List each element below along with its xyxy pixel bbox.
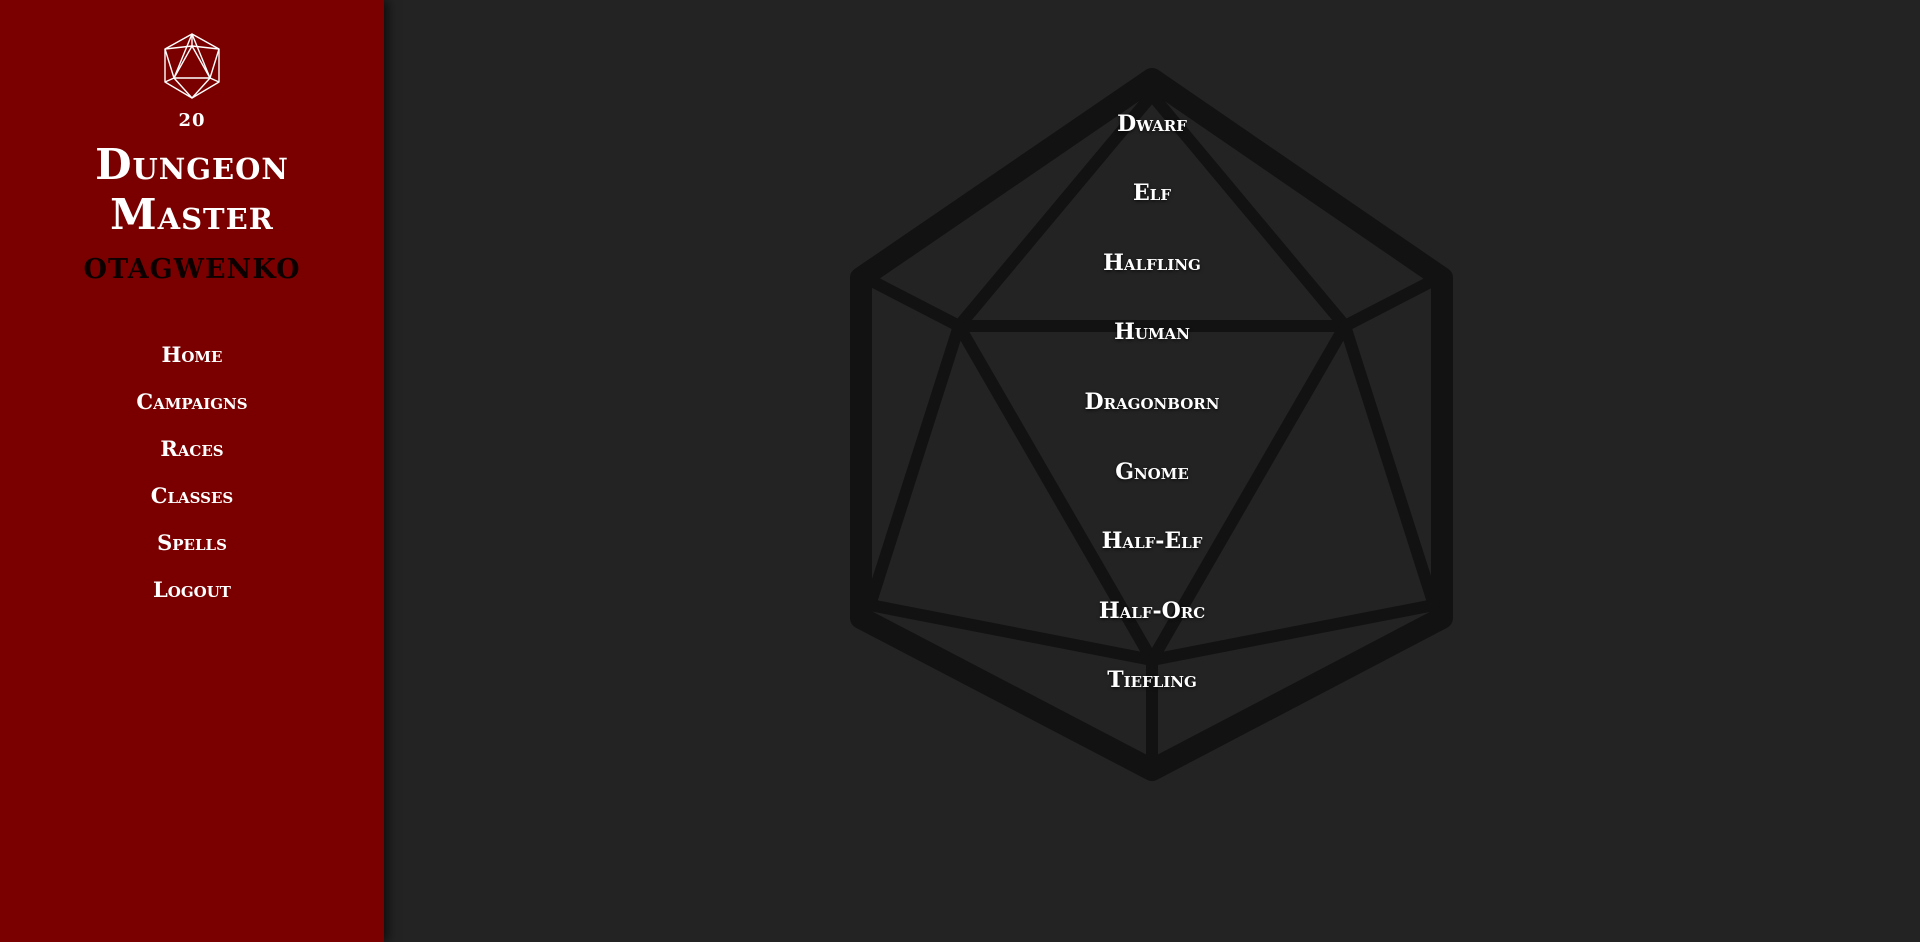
race-item-dwarf[interactable]: Dwarf xyxy=(852,110,1452,138)
race-item-gnome[interactable]: Gnome xyxy=(852,458,1452,486)
logo-number: 20 xyxy=(178,110,206,131)
brand-title-line1: Dungeon xyxy=(95,140,289,189)
nav-item-spells[interactable]: Spells xyxy=(0,524,384,571)
sidebar-nav: Home Campaigns Races Classes Spells Logo… xyxy=(0,336,384,618)
race-item-half-orc[interactable]: Half-Orc xyxy=(852,597,1452,625)
race-item-elf[interactable]: Elf xyxy=(852,179,1452,207)
race-item-half-elf[interactable]: Half-Elf xyxy=(852,527,1452,555)
nav-item-races[interactable]: Races xyxy=(0,430,384,477)
race-item-tiefling[interactable]: Tiefling xyxy=(852,666,1452,694)
nav-item-campaigns[interactable]: Campaigns xyxy=(0,383,384,430)
nav-item-classes[interactable]: Classes xyxy=(0,477,384,524)
race-item-halfling[interactable]: Halfling xyxy=(852,249,1452,277)
nav-item-logout[interactable]: Logout xyxy=(0,571,384,618)
d20-icon[interactable] xyxy=(162,32,222,100)
nav-item-home[interactable]: Home xyxy=(0,336,384,383)
username: otagwenko xyxy=(83,242,301,287)
race-item-dragonborn[interactable]: Dragonborn xyxy=(852,388,1452,416)
race-item-human[interactable]: Human xyxy=(852,318,1452,346)
brand-title-line2: Master xyxy=(110,190,274,239)
sidebar: 20 Dungeon Master otagwenko Home Campaig… xyxy=(0,0,384,942)
